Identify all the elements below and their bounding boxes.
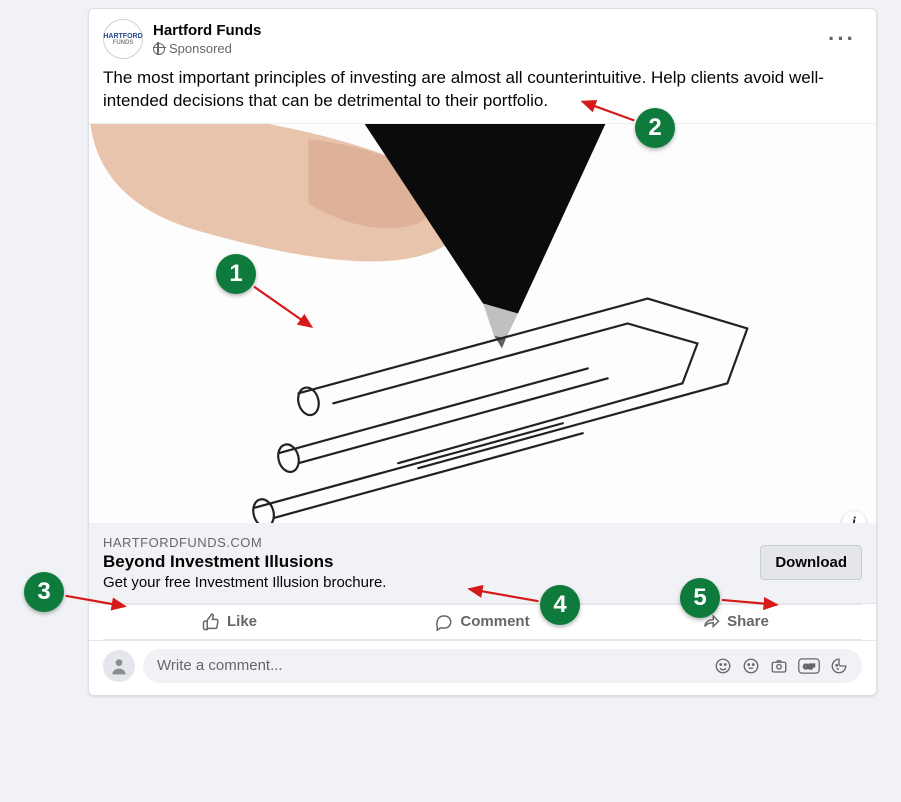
comment-composer-row: Write a comment... GIF <box>89 640 876 695</box>
share-button[interactable]: Share <box>609 605 862 639</box>
link-preview-box[interactable]: HARTFORDFUNDS.COM Beyond Investment Illu… <box>89 523 876 604</box>
comment-tool-icons: GIF <box>714 657 848 675</box>
thumbs-up-icon <box>202 613 220 631</box>
like-button[interactable]: Like <box>103 605 356 639</box>
comment-placeholder: Write a comment... <box>157 657 283 674</box>
link-description: Get your free Investment Illusion brochu… <box>103 574 748 591</box>
gif-icon[interactable]: GIF <box>798 657 820 675</box>
emoji-icon[interactable] <box>742 657 760 675</box>
link-domain: HARTFORDFUNDS.COM <box>103 535 748 550</box>
svg-text:GIF: GIF <box>803 664 815 671</box>
page-logo[interactable]: HARTFORD FUNDS <box>103 19 143 59</box>
camera-icon[interactable] <box>770 657 788 675</box>
illusion-drawing-svg <box>89 124 876 523</box>
like-label: Like <box>227 613 257 630</box>
share-label: Share <box>727 613 769 630</box>
user-avatar[interactable] <box>103 650 135 682</box>
speech-bubble-icon <box>435 613 453 631</box>
annotation-badge-2: 2 <box>635 108 675 148</box>
post-body-text: The most important principles of investi… <box>89 65 876 123</box>
link-headline: Beyond Investment Illusions <box>103 552 748 572</box>
logo-text-1: HARTFORD <box>103 33 142 40</box>
annotation-badge-5: 5 <box>680 578 720 618</box>
globe-icon <box>153 43 165 55</box>
facebook-post-card: HARTFORD FUNDS Hartford Funds Sponsored … <box>88 8 877 696</box>
annotation-badge-1: 1 <box>216 254 256 294</box>
page-name-link[interactable]: Hartford Funds <box>153 22 822 39</box>
sticker-icon[interactable] <box>830 657 848 675</box>
post-image[interactable]: i <box>89 123 876 523</box>
person-icon <box>109 656 129 676</box>
comment-label: Comment <box>460 613 529 630</box>
link-text-block: HARTFORDFUNDS.COM Beyond Investment Illu… <box>103 535 748 591</box>
header-text-block: Hartford Funds Sponsored <box>153 22 822 56</box>
sponsored-row: Sponsored <box>153 41 822 56</box>
comment-input[interactable]: Write a comment... GIF <box>143 649 862 683</box>
cta-download-button[interactable]: Download <box>760 545 862 580</box>
sponsored-label[interactable]: Sponsored <box>169 41 232 56</box>
post-header: HARTFORD FUNDS Hartford Funds Sponsored … <box>89 9 876 65</box>
avatar-sticker-icon[interactable] <box>714 657 732 675</box>
more-options-button[interactable]: ··· <box>822 22 862 56</box>
post-actions-row: Like Comment Share <box>103 604 862 639</box>
annotation-badge-4: 4 <box>540 585 580 625</box>
logo-text-2: FUNDS <box>113 40 134 46</box>
annotation-badge-3: 3 <box>24 572 64 612</box>
